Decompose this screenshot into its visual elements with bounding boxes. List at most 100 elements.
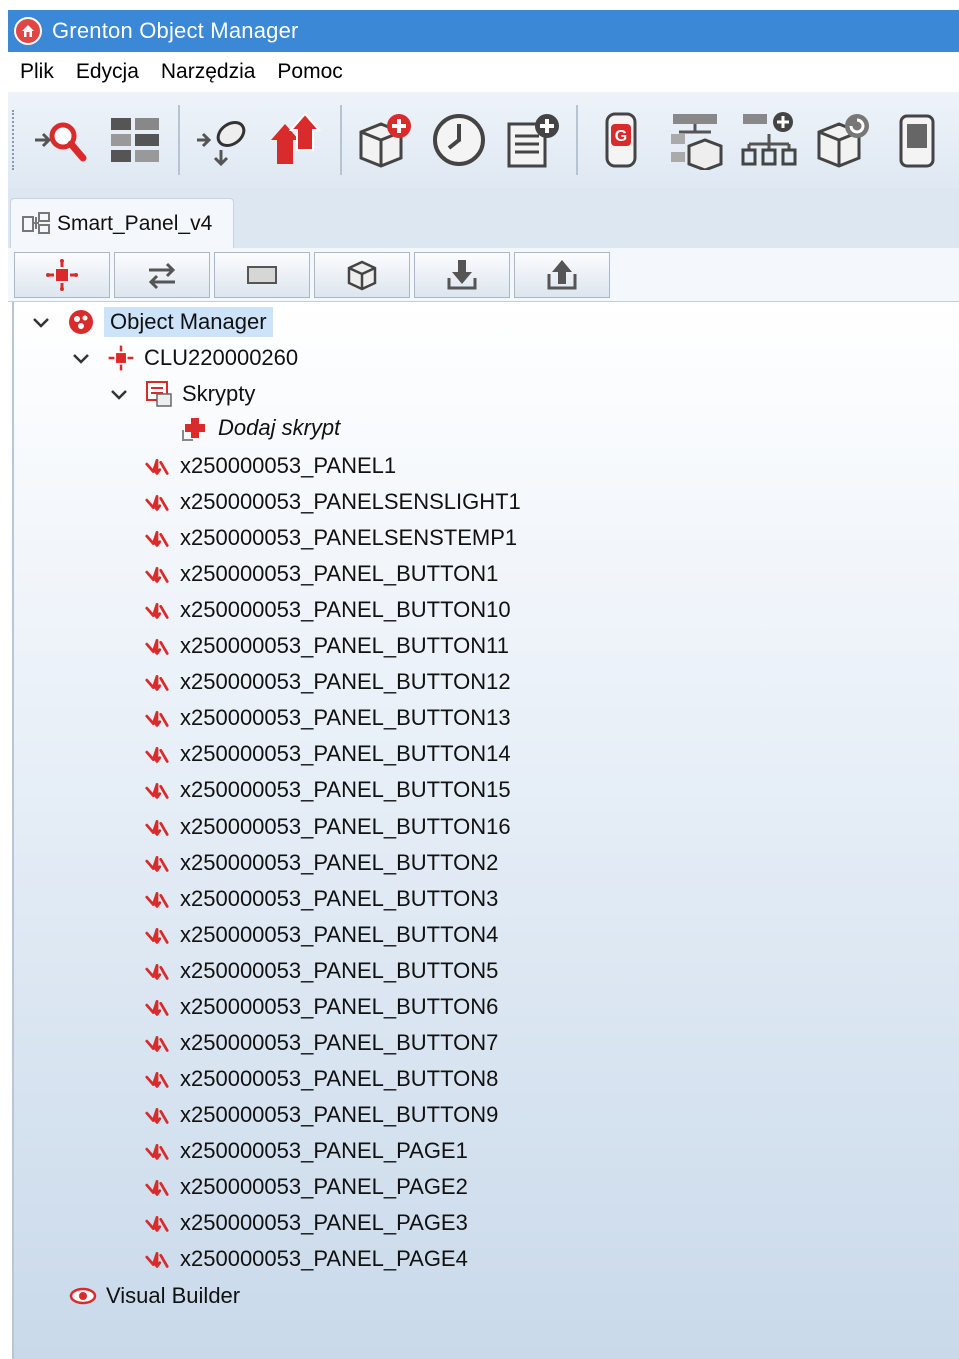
rectangle-button[interactable] <box>214 251 310 298</box>
download-button[interactable] <box>414 251 510 298</box>
tree-label: x250000053_PANELSENSLIGHT1 <box>180 489 521 515</box>
script-object-icon <box>142 559 172 589</box>
tree-node-script-object[interactable]: x250000053_PANEL_BUTTON1 <box>142 556 498 592</box>
menu-edycja[interactable]: Edycja <box>68 60 153 84</box>
menu-narzedzia[interactable]: Narzędzia <box>153 60 270 84</box>
tree-node-script-object[interactable]: x250000053_PANEL_BUTTON3 <box>142 881 498 917</box>
clock-icon <box>433 114 485 166</box>
tree-label: x250000053_PANEL_BUTTON2 <box>180 849 499 875</box>
tree-node-script-object[interactable]: x250000053_PANELSENSLIGHT1 <box>142 484 521 520</box>
tree-label: x250000053_PANEL_BUTTON8 <box>180 1065 499 1091</box>
tree-label: x250000053_PANEL_BUTTON9 <box>180 1101 499 1127</box>
clu-button[interactable] <box>14 251 110 298</box>
script-object-icon <box>142 667 172 697</box>
tree-node-object-manager[interactable]: Object Manager <box>30 304 273 340</box>
device-button[interactable] <box>885 104 949 176</box>
chevron-down-icon[interactable] <box>70 347 92 369</box>
tree-label: x250000053_PANEL_BUTTON1 <box>180 561 499 587</box>
tree-node-script-object[interactable]: x250000053_PANEL_PAGE1 <box>142 1133 468 1169</box>
add-object-button[interactable] <box>353 104 417 176</box>
object-grid-button[interactable] <box>103 104 167 176</box>
script-object-icon <box>142 487 172 517</box>
object-tree: Object Manager CLU220000260 Skrypty Doda… <box>12 302 959 1359</box>
tree-node-script-object[interactable]: x250000053_PANEL_BUTTON6 <box>142 989 498 1025</box>
clock-button[interactable] <box>427 104 491 176</box>
tree-node-add-script[interactable]: Dodaj skrypt <box>180 410 340 446</box>
tree-label: x250000053_PANEL_PAGE2 <box>180 1174 468 1199</box>
tree-node-script-object[interactable]: x250000053_PANEL_BUTTON10 <box>142 592 511 628</box>
tree-label: Skrypty <box>182 381 256 406</box>
script-object-icon <box>142 1064 172 1094</box>
cube-button[interactable] <box>314 251 410 298</box>
tree-label: Object Manager <box>104 307 273 337</box>
tree-node-script-object[interactable]: x250000053_PANEL_PAGE4 <box>142 1241 468 1277</box>
menu-pomoc[interactable]: Pomoc <box>269 60 356 84</box>
tree-label: x250000053_PANEL_BUTTON10 <box>180 597 511 623</box>
chevron-down-icon[interactable] <box>30 311 52 333</box>
add-document-icon <box>507 114 559 168</box>
title-bar[interactable]: Grenton Object Manager <box>8 10 959 52</box>
tree-label: x250000053_PANEL_BUTTON14 <box>180 741 511 767</box>
panel-toolbar <box>8 248 959 302</box>
object-grid-icon <box>111 118 159 162</box>
object-tree-button[interactable] <box>663 104 727 176</box>
chevron-down-icon[interactable] <box>108 383 130 405</box>
tree-node-script-object[interactable]: x250000053_PANEL_BUTTON11 <box>142 628 509 664</box>
swap-button[interactable] <box>114 251 210 298</box>
tree-node-script-object[interactable]: x250000053_PANEL_PAGE3 <box>142 1205 468 1241</box>
send-configuration-button[interactable] <box>191 104 255 176</box>
script-object-icon <box>142 956 172 986</box>
add-hierarchy-icon <box>741 112 797 166</box>
remote-icon: G <box>605 112 637 168</box>
tree-label: Visual Builder <box>106 1283 241 1308</box>
tree-label: x250000053_PANEL_BUTTON7 <box>180 1029 499 1055</box>
refresh-object-button[interactable] <box>811 104 875 176</box>
tree-node-script-object[interactable]: x250000053_PANEL_BUTTON15 <box>142 772 511 808</box>
tree-node-scripts[interactable]: Skrypty <box>108 376 255 412</box>
script-object-icon <box>142 920 172 950</box>
tree-node-visual-builder[interactable]: Visual Builder <box>68 1278 240 1314</box>
remote-button[interactable]: G <box>589 104 653 176</box>
tree-node-script-object[interactable]: x250000053_PANEL_BUTTON14 <box>142 736 511 772</box>
tree-node-script-object[interactable]: x250000053_PANEL_BUTTON16 <box>142 809 511 845</box>
app-logo-icon <box>14 17 42 45</box>
tree-node-script-object[interactable]: x250000053_PANEL_PAGE2 <box>142 1169 468 1205</box>
toolbar-separator <box>178 105 180 175</box>
upload-button[interactable] <box>265 104 329 176</box>
add-hierarchy-button[interactable] <box>737 104 801 176</box>
tree-node-script-object[interactable]: x250000053_PANELSENSTEMP1 <box>142 520 517 556</box>
tree-node-script-object[interactable]: x250000053_PANEL_BUTTON2 <box>142 845 498 881</box>
add-object-icon <box>359 114 411 168</box>
script-object-icon <box>142 1100 172 1130</box>
add-document-button[interactable] <box>501 104 565 176</box>
tree-label: x250000053_PANEL_BUTTON3 <box>180 885 499 911</box>
tree-node-script-object[interactable]: x250000053_PANEL_BUTTON9 <box>142 1097 498 1133</box>
tree-node-script-object[interactable]: x250000053_PANEL_BUTTON4 <box>142 917 498 953</box>
script-object-icon <box>142 523 172 553</box>
search-objects-icon <box>35 122 87 162</box>
upload-house-button[interactable] <box>514 251 610 298</box>
tree-node-clu[interactable]: CLU220000260 <box>70 340 298 376</box>
rectangle-icon <box>247 265 277 284</box>
tree-label: CLU220000260 <box>144 345 299 370</box>
download-icon <box>447 259 477 289</box>
tree-node-script-object[interactable]: x250000053_PANEL1 <box>142 448 396 484</box>
script-object-icon <box>142 812 172 842</box>
tree-node-script-object[interactable]: x250000053_PANEL_BUTTON7 <box>142 1025 498 1061</box>
clu-icon <box>106 343 136 373</box>
tree-node-script-object[interactable]: x250000053_PANEL_BUTTON12 <box>142 664 511 700</box>
tab-smart-panel[interactable]: Smart_Panel_v4 <box>10 198 234 248</box>
search-objects-button[interactable] <box>29 104 93 176</box>
tab-label: Smart_Panel_v4 <box>57 211 213 235</box>
script-object-icon <box>142 775 172 805</box>
tree-label: x250000053_PANEL_PAGE4 <box>180 1246 468 1272</box>
menu-plik[interactable]: Plik <box>12 60 68 84</box>
cube-icon <box>347 260 377 290</box>
tree-label: x250000053_PANEL_BUTTON4 <box>180 921 499 947</box>
tree-node-script-object[interactable]: x250000053_PANEL_BUTTON13 <box>142 700 511 736</box>
toolbar-grip[interactable] <box>12 110 18 170</box>
tree-node-script-object[interactable]: x250000053_PANEL_BUTTON5 <box>142 953 498 989</box>
clu-icon <box>46 258 78 291</box>
tree-node-script-object[interactable]: x250000053_PANEL_BUTTON8 <box>142 1061 498 1097</box>
script-object-icon <box>142 1028 172 1058</box>
